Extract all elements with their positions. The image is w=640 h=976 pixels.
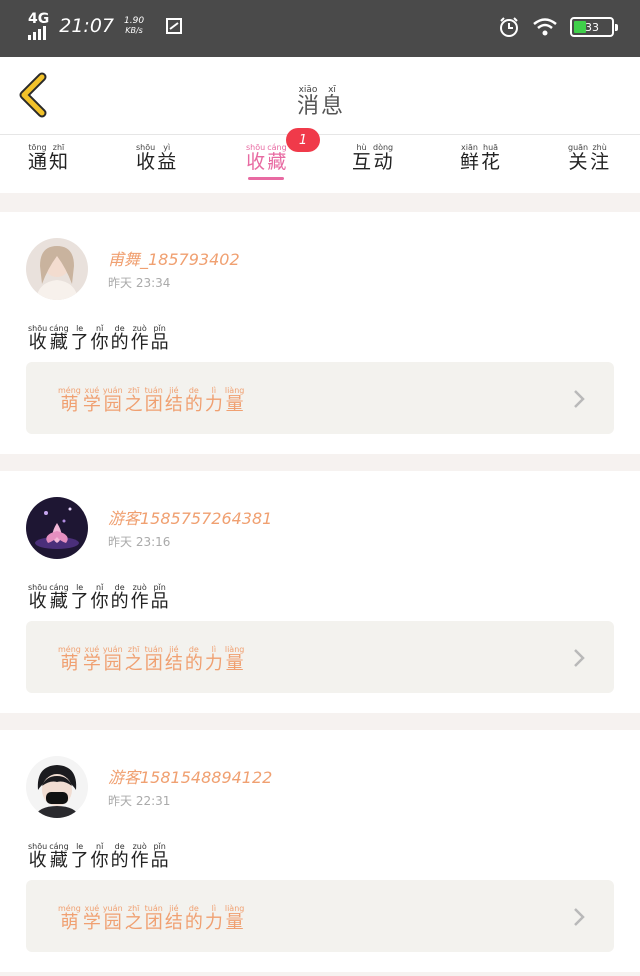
tab-bar: tōng 通 zhī 知 shōu 收 yì 益 shōu 收 cáng 藏 hù 互 dòn… bbox=[0, 135, 640, 193]
network-speed: 1.90 KB/s bbox=[124, 16, 145, 35]
screenshot-app-icon bbox=[166, 18, 183, 34]
username[interactable]: 游客1581548894122 bbox=[108, 764, 272, 788]
tab-flowers[interactable]: xiān 鲜 huā 花 bbox=[460, 143, 500, 173]
chevron-right-icon bbox=[574, 390, 585, 408]
tab-following[interactable]: guān 关 zhù 注 bbox=[568, 143, 609, 173]
page-title: xiāo 消 xī 息 bbox=[296, 85, 344, 119]
chevron-right-icon bbox=[574, 649, 585, 667]
action-text: shōu 收 cáng 藏 le 了 nǐ 你 de 的 zuò 作 pǐn 品 bbox=[28, 842, 169, 871]
unread-badge: 1 bbox=[286, 128, 320, 152]
clock: 21:07 bbox=[59, 15, 114, 37]
status-bar: 4G 21:07 1.90 KB/s 33 bbox=[0, 0, 640, 57]
signal-icon bbox=[28, 26, 46, 40]
avatar[interactable] bbox=[26, 238, 88, 300]
notification-card: 游客1585757264381 昨天 23:16 shōu 收 cáng 藏 le 了… bbox=[0, 471, 640, 713]
tab-interactions[interactable]: hù 互 dòng 动 bbox=[352, 143, 393, 173]
work-link[interactable]: méng 萌 xué 学 yuán 园 zhī 之 tuán 团 jié 结 de 的 lì 力… bbox=[26, 362, 614, 434]
alarm-icon bbox=[500, 17, 518, 37]
action-text: shōu 收 cáng 藏 le 了 nǐ 你 de 的 zuò 作 pǐn 品 bbox=[28, 583, 169, 612]
work-link[interactable]: méng 萌 xué 学 yuán 园 zhī 之 tuán 团 jié 结 de 的 lì 力… bbox=[26, 880, 614, 952]
work-link[interactable]: méng 萌 xué 学 yuán 园 zhī 之 tuán 团 jié 结 de 的 lì 力… bbox=[26, 621, 614, 693]
network-indicator: 4G bbox=[28, 12, 49, 40]
username[interactable]: 游客1585757264381 bbox=[108, 505, 272, 529]
tab-earnings[interactable]: shōu 收 yì 益 bbox=[136, 143, 176, 173]
avatar[interactable] bbox=[26, 497, 88, 559]
chevron-right-icon bbox=[574, 908, 585, 926]
battery-icon: 33 bbox=[570, 17, 618, 37]
timestamp: 昨天 22:31 bbox=[108, 794, 171, 808]
tab-favorites[interactable]: shōu 收 cáng 藏 bbox=[246, 143, 287, 180]
app-header: xiāo 消 xī 息 bbox=[0, 57, 640, 135]
timestamp: 昨天 23:16 bbox=[108, 535, 171, 549]
timestamp: 昨天 23:34 bbox=[108, 276, 171, 290]
action-text: shōu 收 cáng 藏 le 了 nǐ 你 de 的 zuò 作 pǐn 品 bbox=[28, 324, 169, 353]
tab-notifications[interactable]: tōng 通 zhī 知 bbox=[28, 143, 68, 173]
notification-card: 甫舞_185793402 昨天 23:34 shōu 收 cáng 藏 le 了 nǐ… bbox=[0, 212, 640, 454]
username[interactable]: 甫舞_185793402 bbox=[108, 246, 240, 270]
notification-card: 游客1581548894122 昨天 22:31 shōu 收 cáng 藏 le 了… bbox=[0, 730, 640, 972]
avatar[interactable] bbox=[26, 756, 88, 818]
wifi-icon bbox=[533, 18, 557, 36]
active-tab-indicator bbox=[248, 176, 285, 180]
